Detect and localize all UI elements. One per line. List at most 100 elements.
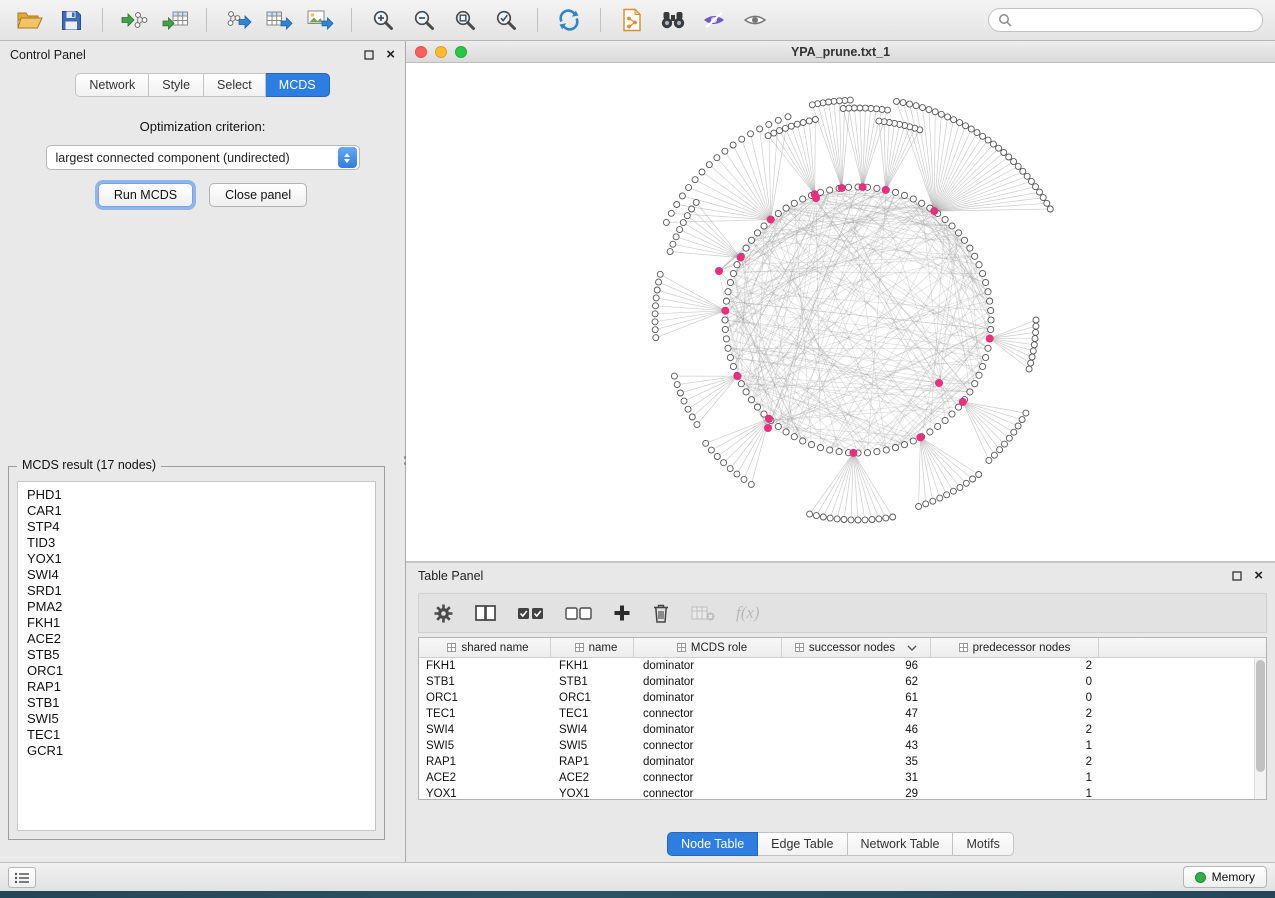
network-node[interactable]	[727, 466, 733, 472]
dominator-node[interactable]	[767, 216, 775, 224]
task-history-button[interactable]	[8, 867, 36, 888]
network-node[interactable]	[723, 298, 729, 304]
table-scrollbar[interactable]	[1254, 658, 1266, 799]
dominator-node[interactable]	[930, 207, 938, 215]
network-node[interactable]	[785, 114, 791, 120]
network-node[interactable]	[725, 345, 731, 351]
mcds-result-item[interactable]: YOX1	[27, 551, 375, 567]
network-node[interactable]	[901, 192, 907, 198]
network-node[interactable]	[1002, 441, 1008, 447]
window-zoom-button[interactable]	[455, 46, 467, 58]
mcds-result-item[interactable]: FKH1	[27, 615, 375, 631]
network-node[interactable]	[907, 101, 913, 107]
network-node[interactable]	[730, 270, 736, 276]
network-node[interactable]	[1047, 206, 1053, 212]
network-node[interactable]	[652, 327, 658, 333]
network-node[interactable]	[980, 363, 986, 369]
network-node[interactable]	[836, 449, 842, 455]
delete-table-button[interactable]	[691, 605, 715, 622]
add-column-button[interactable]	[613, 604, 631, 622]
network-node[interactable]	[706, 162, 712, 168]
network-node[interactable]	[739, 136, 745, 142]
network-node[interactable]	[937, 495, 943, 501]
column-header-successor-nodes[interactable]: successor nodes	[782, 638, 931, 657]
network-node[interactable]	[800, 438, 806, 444]
network-node[interactable]	[988, 317, 994, 323]
network-node[interactable]	[900, 100, 906, 106]
network-node[interactable]	[869, 517, 875, 523]
mcds-result-item[interactable]: SWI4	[27, 567, 375, 583]
network-node[interactable]	[671, 373, 677, 379]
network-node[interactable]	[955, 230, 961, 236]
network-node[interactable]	[961, 237, 967, 243]
network-node[interactable]	[913, 103, 919, 109]
table-row[interactable]: ACE2ACE2connector311	[419, 770, 1254, 786]
column-header-name[interactable]: name	[551, 638, 634, 657]
network-node[interactable]	[945, 114, 951, 120]
table-row[interactable]: TEC1TEC1connector472	[419, 706, 1254, 722]
dominator-node[interactable]	[838, 184, 846, 192]
network-node[interactable]	[968, 126, 974, 132]
network-node[interactable]	[653, 335, 659, 341]
dominator-node[interactable]	[859, 183, 867, 191]
network-node[interactable]	[845, 184, 851, 190]
network-node[interactable]	[862, 517, 868, 523]
network-node[interactable]	[985, 289, 991, 295]
network-node[interactable]	[1031, 342, 1037, 348]
table-row[interactable]: SWI4SWI4dominator462	[419, 722, 1254, 738]
network-node[interactable]	[938, 111, 944, 117]
network-node[interactable]	[949, 223, 955, 229]
network-node[interactable]	[722, 148, 728, 154]
open-file-button[interactable]	[12, 5, 48, 35]
network-node[interactable]	[883, 447, 889, 453]
network-node[interactable]	[927, 429, 933, 435]
network-node[interactable]	[670, 241, 676, 247]
network-node[interactable]	[1015, 163, 1021, 169]
network-node[interactable]	[667, 249, 673, 255]
search-input[interactable]	[1018, 13, 1253, 27]
network-node[interactable]	[923, 501, 929, 507]
dominator-node[interactable]	[764, 424, 772, 432]
run-mcds-button[interactable]: Run MCDS	[98, 183, 193, 207]
network-node[interactable]	[656, 279, 662, 285]
network-node[interactable]	[668, 210, 674, 216]
network-node[interactable]	[963, 480, 969, 486]
tab-select[interactable]: Select	[204, 73, 266, 97]
network-node[interactable]	[1028, 178, 1034, 184]
network-node[interactable]	[800, 120, 806, 126]
network-node[interactable]	[663, 219, 669, 225]
find-button[interactable]	[655, 5, 691, 35]
dominator-node[interactable]	[849, 449, 857, 457]
network-node[interactable]	[1006, 154, 1012, 160]
network-node[interactable]	[743, 389, 749, 395]
mcds-result-item[interactable]: ACE2	[27, 631, 375, 647]
network-node[interactable]	[754, 230, 760, 236]
network-node[interactable]	[1024, 173, 1030, 179]
close-table-panel-icon[interactable]: ×	[1254, 571, 1263, 581]
network-node[interactable]	[892, 189, 898, 195]
network-node[interactable]	[721, 460, 727, 466]
network-node[interactable]	[1033, 323, 1039, 329]
network-node[interactable]	[686, 185, 692, 191]
network-node[interactable]	[1030, 348, 1036, 354]
scrollbar-thumb[interactable]	[1256, 660, 1265, 772]
network-node[interactable]	[809, 102, 815, 108]
network-node[interactable]	[983, 354, 989, 360]
network-node[interactable]	[848, 517, 854, 523]
network-node[interactable]	[991, 452, 997, 458]
network-node[interactable]	[976, 372, 982, 378]
dominator-node[interactable]	[986, 335, 994, 343]
network-node[interactable]	[766, 121, 772, 127]
network-window-titlebar[interactable]: YPA_prune.txt_1	[406, 41, 1275, 63]
dominator-node[interactable]	[812, 194, 820, 202]
dominator-node[interactable]	[765, 415, 773, 423]
table-row[interactable]: RAP1RAP1dominator352	[419, 754, 1254, 770]
refresh-layout-button[interactable]	[551, 5, 587, 35]
column-header-mcds-role[interactable]: MCDS role	[634, 638, 782, 657]
network-node[interactable]	[910, 196, 916, 202]
tab-motifs[interactable]: Motifs	[953, 832, 1013, 856]
network-node[interactable]	[730, 142, 736, 148]
network-node[interactable]	[1026, 366, 1032, 372]
network-node[interactable]	[864, 450, 870, 456]
table-row[interactable]: YOX1YOX1connector291	[419, 786, 1254, 799]
